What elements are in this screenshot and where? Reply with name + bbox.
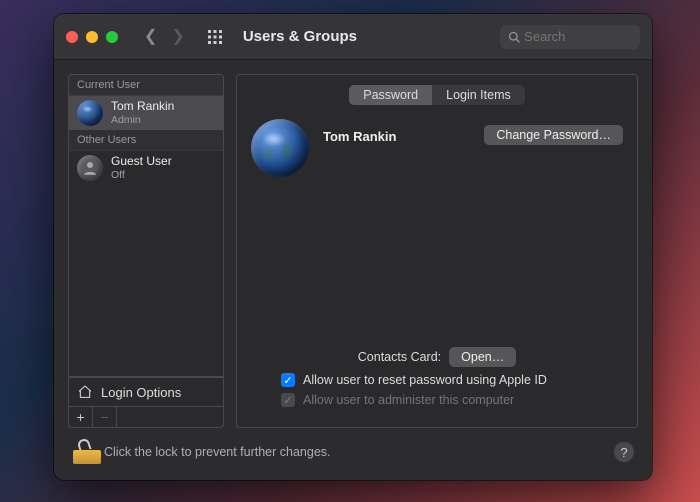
search-icon [508, 30, 520, 44]
remove-user-button: − [93, 407, 117, 427]
forward-button[interactable]: ❯ [171, 29, 184, 45]
show-all-icon[interactable] [207, 29, 223, 45]
user-row-guest[interactable]: Guest User Off [69, 151, 223, 185]
allow-admin-label: Allow user to administer this computer [303, 393, 514, 407]
open-contacts-button[interactable]: Open… [449, 347, 516, 367]
search-field[interactable] [500, 25, 640, 49]
window-controls [66, 31, 118, 43]
contacts-card-label: Contacts Card: [358, 350, 441, 364]
minimize-window-button[interactable] [86, 31, 98, 43]
search-input[interactable] [524, 29, 632, 44]
footer: Click the lock to prevent further change… [54, 428, 652, 480]
user-name: Tom Rankin [111, 100, 174, 114]
window-title: Users & Groups [243, 28, 357, 45]
help-button[interactable]: ? [614, 442, 634, 462]
add-remove-bar: + − [68, 407, 224, 428]
lock-hint-text: Click the lock to prevent further change… [104, 445, 331, 459]
preferences-window: ❮ ❯ Users & Groups Current User Tom [54, 14, 652, 480]
titlebar: ❮ ❯ Users & Groups [54, 14, 652, 60]
back-button[interactable]: ❮ [144, 29, 157, 45]
allow-admin-checkbox: ✓ [281, 393, 295, 407]
profile-avatar-earth-icon[interactable] [251, 119, 309, 177]
user-list: Current User Tom Rankin Admin Other User… [68, 74, 224, 377]
guest-avatar-icon [77, 155, 103, 181]
add-user-button[interactable]: + [69, 407, 93, 427]
login-options-label: Login Options [101, 385, 181, 400]
user-status: Off [111, 169, 172, 181]
profile-name: Tom Rankin [323, 129, 470, 144]
home-icon [77, 384, 93, 400]
main-panel: Password Login Items Tom Rankin Change P… [236, 74, 638, 428]
user-role: Admin [111, 114, 174, 126]
other-users-header: Other Users [69, 130, 223, 151]
zoom-window-button[interactable] [106, 31, 118, 43]
change-password-button[interactable]: Change Password… [484, 125, 623, 145]
avatar-earth-icon [77, 100, 103, 126]
tab-password[interactable]: Password [349, 85, 432, 105]
login-options-button[interactable]: Login Options [68, 377, 224, 407]
tab-bar: Password Login Items [349, 85, 525, 105]
allow-reset-checkbox[interactable]: ✓ [281, 373, 295, 387]
sidebar: Current User Tom Rankin Admin Other User… [68, 74, 224, 428]
user-name: Guest User [111, 155, 172, 169]
user-row-current[interactable]: Tom Rankin Admin [69, 96, 223, 130]
current-user-header: Current User [69, 75, 223, 96]
allow-reset-label: Allow user to reset password using Apple… [303, 373, 547, 387]
lock-icon[interactable] [72, 440, 92, 464]
tab-login-items[interactable]: Login Items [432, 85, 525, 105]
close-window-button[interactable] [66, 31, 78, 43]
nav-arrows: ❮ ❯ [144, 29, 185, 45]
